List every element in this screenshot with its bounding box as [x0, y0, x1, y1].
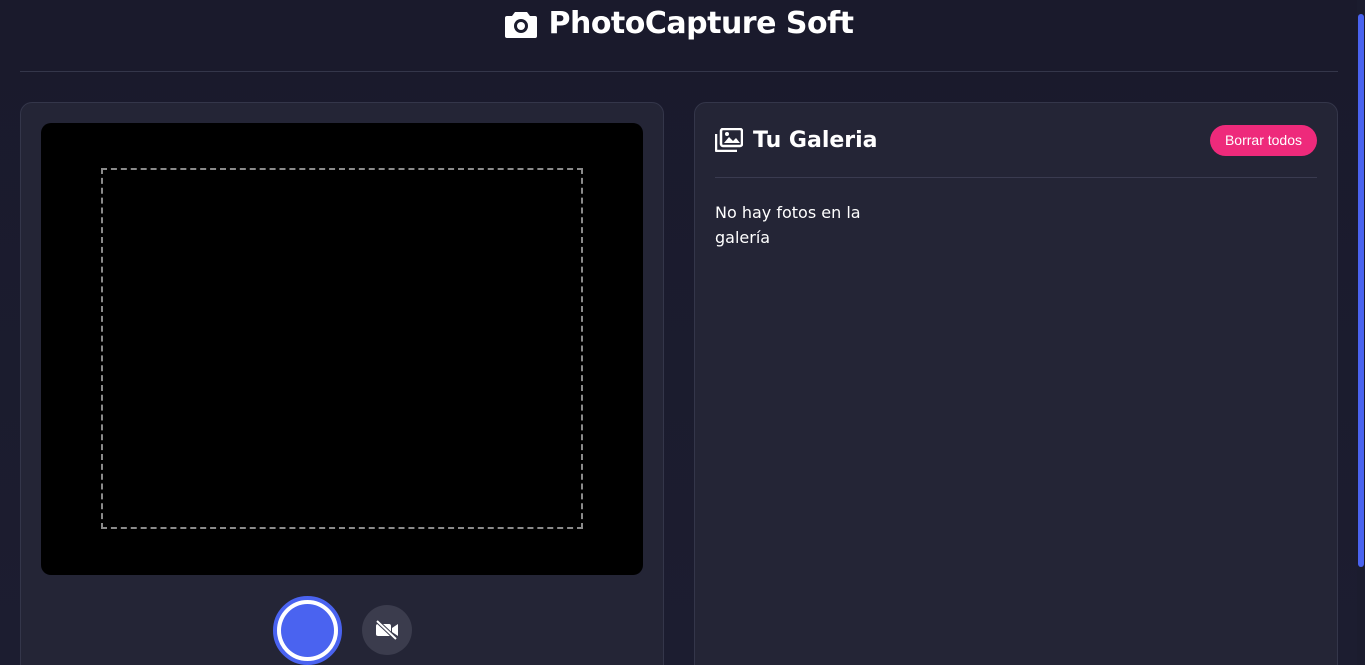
gallery-title-text: Tu Galeria	[753, 127, 878, 153]
page-scrollbar[interactable]	[1357, 0, 1365, 665]
gallery-panel: Tu Galeria Borrar todos No hay fotos en …	[694, 102, 1338, 665]
clear-all-button[interactable]: Borrar todos	[1209, 124, 1317, 156]
video-off-icon	[375, 620, 398, 640]
app-title: PhotoCapture Soft	[504, 6, 854, 41]
gallery-title: Tu Galeria	[715, 128, 878, 153]
gallery-empty-message: No hay fotos en la galería	[715, 203, 861, 247]
app-page: PhotoCapture Soft Tu Galeria Borrar todo…	[0, 0, 1365, 665]
camera-viewport	[41, 123, 643, 575]
camera-icon	[505, 11, 538, 38]
gallery-header: Tu Galeria Borrar todos	[715, 103, 1317, 178]
camera-toggle-button[interactable]	[362, 605, 412, 655]
capture-frame-guide	[101, 168, 583, 529]
app-title-text: PhotoCapture Soft	[548, 6, 854, 41]
scrollbar-thumb[interactable]	[1358, 14, 1364, 567]
images-icon	[715, 128, 743, 152]
app-header: PhotoCapture Soft	[20, 0, 1338, 72]
capture-button[interactable]	[273, 596, 342, 665]
capture-button-inner	[281, 604, 334, 657]
camera-panel	[20, 102, 664, 665]
